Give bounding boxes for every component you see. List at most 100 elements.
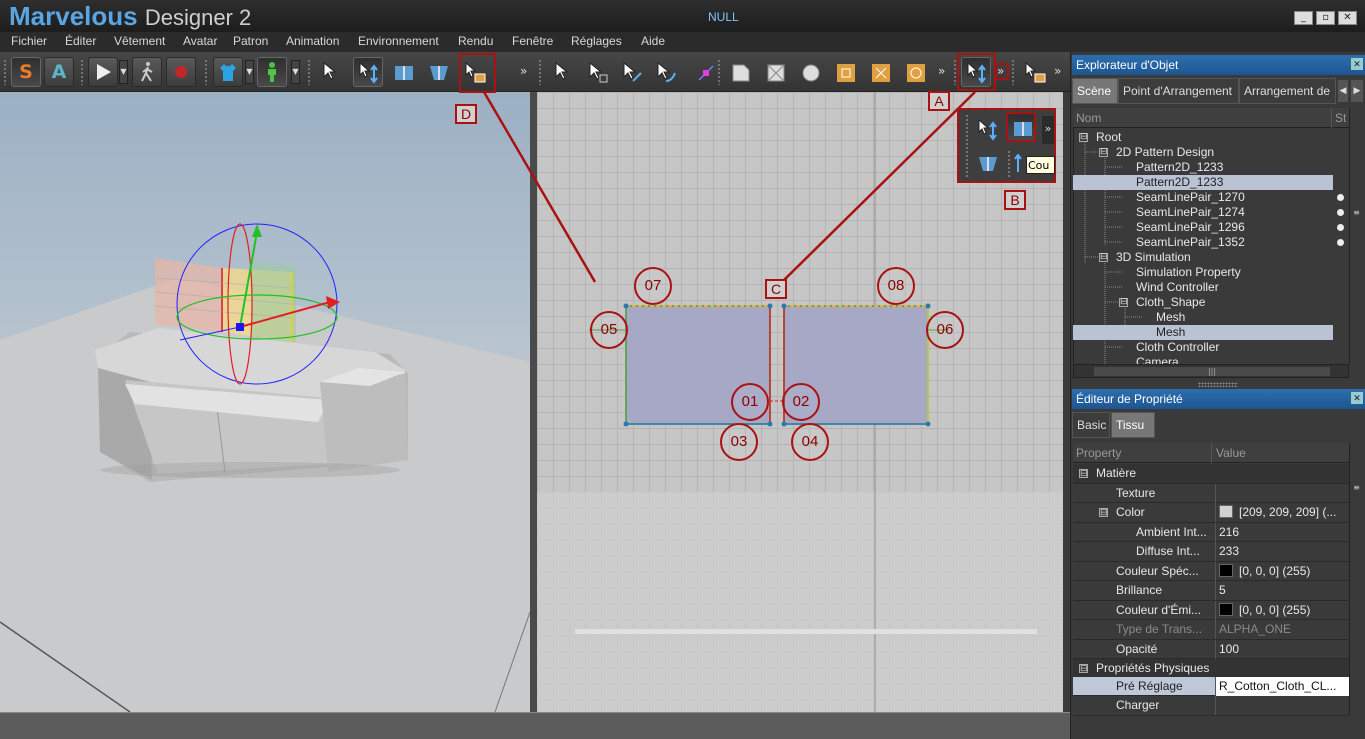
prop-name: Texture — [1116, 485, 1156, 500]
prop-name: Couleur Spéc... — [1116, 563, 1199, 578]
tree-item-seamline[interactable]: SeamLinePair_1274 — [1073, 205, 1333, 220]
prop-value[interactable]: 233 — [1215, 542, 1349, 561]
prop-value[interactable]: R_Cotton_Cloth_CL... — [1215, 676, 1349, 696]
prop-row-preset[interactable]: Pré Réglage R_Cotton_Cloth_CL... — [1073, 676, 1349, 696]
tooltip: Cou — [1026, 156, 1055, 174]
popup-grip[interactable] — [1007, 150, 1012, 178]
callout-08: 08 — [877, 267, 915, 305]
tree-item-seamline[interactable]: SeamLinePair_1270 — [1073, 190, 1333, 205]
tree-item-cloth-controller[interactable]: Cloth Controller — [1073, 340, 1333, 355]
popup-free-sewing[interactable] — [1006, 112, 1036, 142]
fold-cloth-icon — [1014, 122, 1032, 136]
tack-cloth-icon — [979, 157, 997, 171]
prop-row-transparency-type: Type de Trans... ALPHA_ONE — [1073, 620, 1349, 640]
prop-value[interactable]: 5 — [1215, 581, 1349, 600]
prop-name: Color — [1116, 505, 1145, 519]
panel-splitter[interactable] — [1198, 382, 1238, 387]
prop-row-color[interactable]: ⊟ Color [209, 209, 209] (... — [1073, 503, 1349, 523]
column-property[interactable]: Property — [1076, 446, 1121, 460]
prop-row-opacite[interactable]: Opacité 100 — [1073, 639, 1349, 659]
tab-scene[interactable]: Scène — [1072, 78, 1118, 104]
prop-value[interactable]: [209, 209, 209] (... — [1239, 505, 1336, 519]
status-dot — [1337, 224, 1344, 231]
cursor-sewing-icon — [978, 118, 997, 141]
annotation-box-d — [459, 53, 496, 93]
tree-item-pattern[interactable]: Pattern2D_1233 — [1073, 160, 1333, 175]
prop-row-matiere[interactable]: ⊟ Matière — [1073, 464, 1349, 484]
prop-name: Propriétés Physiques — [1096, 661, 1210, 675]
annotation-label-c: C — [765, 279, 787, 299]
prop-row-brillance[interactable]: Brillance 5 — [1073, 581, 1349, 601]
prop-name: Type de Trans... — [1116, 622, 1203, 636]
tab-tissu[interactable]: Tissu — [1111, 412, 1155, 438]
popup-segment-sewing[interactable] — [972, 114, 1002, 144]
tree-item-cloth-shape[interactable]: Cloth_Shape — [1073, 295, 1333, 310]
prop-value[interactable] — [1215, 696, 1349, 715]
tree-item-2d-pattern-design[interactable]: 2D Pattern Design — [1073, 145, 1333, 160]
popup-tack-tool[interactable] — [972, 148, 1002, 178]
row-expander[interactable]: ⊟ — [1079, 469, 1088, 478]
prop-row-diffuse[interactable]: Diffuse Int... 233 — [1073, 542, 1349, 562]
explorer-vertical-scrollbar[interactable]: ≡ — [1349, 108, 1363, 364]
prop-value[interactable]: [0, 0, 0] (255) — [1239, 564, 1310, 578]
tab-scroll-left[interactable]: ◀ — [1338, 80, 1348, 102]
callout-07: 07 — [634, 267, 672, 305]
column-value[interactable]: Value — [1211, 443, 1250, 463]
row-expander[interactable]: ⊟ — [1099, 508, 1108, 517]
callout-01: 01 — [731, 383, 769, 421]
column-status[interactable]: St — [1331, 108, 1349, 128]
popup-grip[interactable] — [965, 114, 970, 178]
prop-name: Couleur d'Émi... — [1116, 602, 1201, 617]
annotation-box-a — [957, 53, 996, 91]
prop-row-charger[interactable]: Charger — [1073, 696, 1349, 716]
annotation-label-b: B — [1004, 190, 1026, 210]
prop-row-ambient[interactable]: Ambient Int... 216 — [1073, 522, 1349, 542]
close-panel-button[interactable]: ✕ — [1351, 58, 1363, 70]
annotation-box-a-arrow — [995, 63, 1009, 80]
property-vertical-scrollbar[interactable]: ≡ — [1349, 443, 1363, 715]
tree-item-seamline[interactable]: SeamLinePair_1296 — [1073, 220, 1333, 235]
explorer-header: Nom St — [1073, 108, 1349, 128]
prop-name: Charger — [1116, 698, 1160, 712]
sewing-icon — [1013, 153, 1023, 174]
status-dot — [1337, 239, 1344, 246]
column-name[interactable]: Nom — [1076, 111, 1101, 125]
explorer-horizontal-scrollbar[interactable]: ||| — [1073, 364, 1349, 378]
annotation-label-d: D — [455, 104, 477, 124]
close-panel-button[interactable]: ✕ — [1351, 392, 1363, 404]
object-explorer-title: Explorateur d'Objet ✕ — [1072, 55, 1365, 75]
prop-name: Matière — [1096, 466, 1137, 480]
color-swatch[interactable] — [1219, 505, 1233, 518]
callout-02: 02 — [782, 383, 820, 421]
prop-value[interactable]: 216 — [1215, 522, 1349, 542]
object-explorer-title-text: Explorateur d'Objet — [1076, 58, 1179, 72]
tree-item-pattern-selected[interactable]: Pattern2D_1233 — [1073, 175, 1333, 190]
popup-more-button[interactable]: » — [1042, 116, 1054, 144]
prop-value[interactable]: [0, 0, 0] (255) — [1239, 603, 1310, 617]
tree-item-3d-simulation[interactable]: 3D Simulation — [1073, 250, 1333, 265]
tree-item-simulation-property[interactable]: Simulation Property — [1073, 265, 1333, 280]
tab-basic[interactable]: Basic — [1072, 412, 1110, 438]
prop-row-specular[interactable]: Couleur Spéc... [0, 0, 0] (255) — [1073, 561, 1349, 581]
property-header: Property Value — [1073, 443, 1349, 463]
tab-point-arrangement[interactable]: Point d'Arrangement — [1118, 78, 1239, 104]
tree-item-mesh[interactable]: Mesh — [1073, 310, 1333, 325]
tab-arrangement[interactable]: Arrangement de — [1239, 78, 1336, 104]
status-bar — [0, 712, 1070, 739]
prop-row-texture[interactable]: Texture — [1073, 483, 1349, 503]
prop-value[interactable]: 100 — [1215, 639, 1349, 659]
tree-item-camera[interactable]: Camera — [1073, 355, 1333, 364]
prop-value[interactable] — [1215, 483, 1349, 503]
tree-item-seamline[interactable]: SeamLinePair_1352 — [1073, 235, 1333, 250]
property-editor-title: Éditeur de Propriété ✕ — [1072, 389, 1365, 409]
tree-item-root[interactable]: Root — [1073, 130, 1333, 145]
row-expander[interactable]: ⊟ — [1079, 664, 1088, 673]
tab-scroll-right[interactable]: ▶ — [1351, 80, 1363, 102]
tree-item-mesh-selected[interactable]: Mesh — [1073, 325, 1333, 340]
property-editor-title-text: Éditeur de Propriété — [1076, 392, 1183, 406]
prop-row-emission[interactable]: Couleur d'Émi... [0, 0, 0] (255) — [1073, 600, 1349, 620]
callout-05: 05 — [590, 311, 628, 349]
color-swatch[interactable] — [1219, 602, 1233, 616]
tree-item-wind-controller[interactable]: Wind Controller — [1073, 280, 1333, 295]
color-swatch[interactable] — [1219, 563, 1233, 577]
